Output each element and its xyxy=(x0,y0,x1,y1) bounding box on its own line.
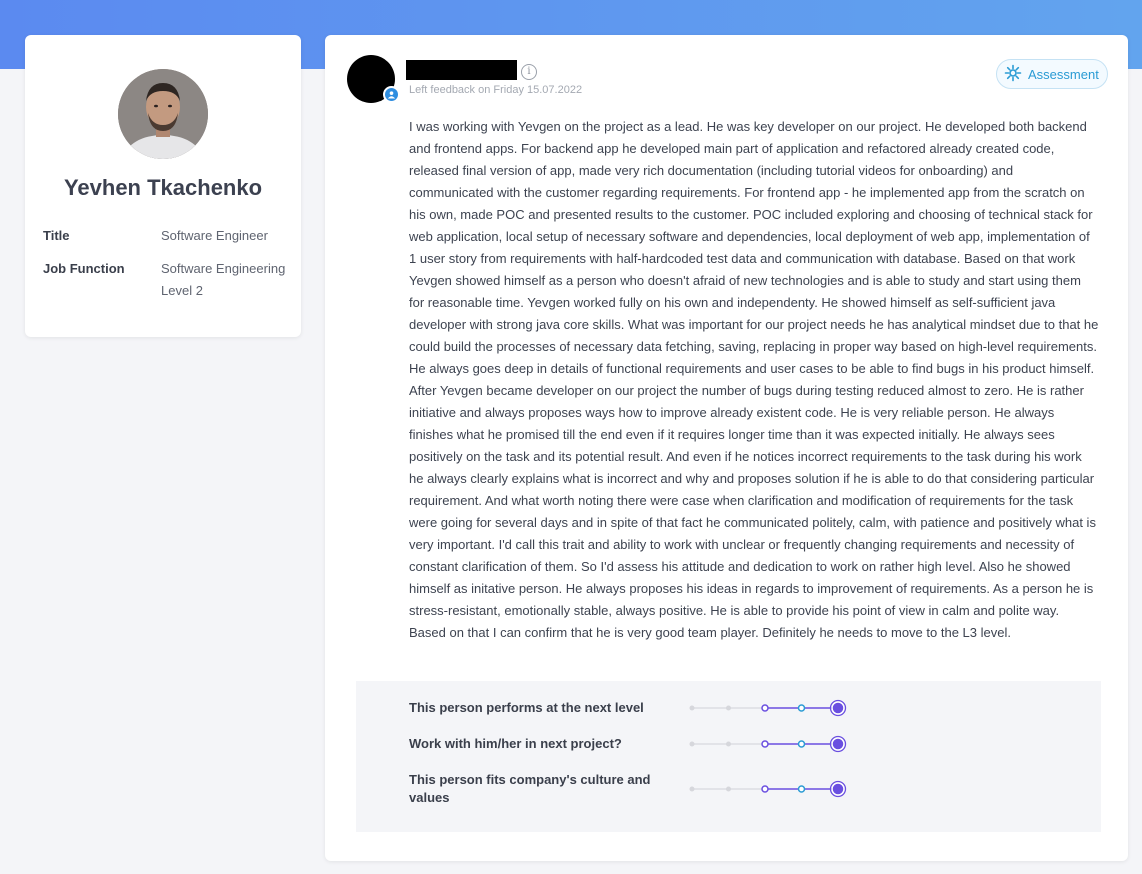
profile-name: Yevhen Tkachenko xyxy=(63,175,263,200)
assessment-icon xyxy=(1004,64,1022,85)
rating-dot xyxy=(797,785,806,793)
rating-label: This person fits company's culture and v… xyxy=(409,772,651,805)
rating-dot xyxy=(831,701,845,715)
ratings-panel: This person performs at the next level W… xyxy=(356,681,1101,832)
rating-scale xyxy=(689,734,849,754)
rating-dot xyxy=(761,740,769,748)
rating-dot xyxy=(761,704,769,712)
field-value: Software Engineering Level 2 xyxy=(161,261,286,298)
rating-scale-graphic xyxy=(689,735,847,753)
rating-dot xyxy=(831,737,845,751)
rating-scale-graphic xyxy=(689,699,847,717)
field-value: Software Engineer xyxy=(161,228,268,243)
assessment-button[interactable]: Assessment xyxy=(996,59,1108,89)
feedback-date: Left feedback on Friday 15.07.2022 xyxy=(409,84,583,96)
rating-dot xyxy=(689,786,695,792)
rating-label: Work with him/her in next project? xyxy=(409,736,622,751)
reviewer-badge-icon xyxy=(383,86,400,103)
profile-card: Yevhen Tkachenko Title Software Engineer… xyxy=(25,35,301,337)
field-label: Title xyxy=(43,228,70,243)
rating-dot xyxy=(831,782,845,796)
rating-dot xyxy=(726,786,731,792)
rating-dot xyxy=(797,704,806,712)
feedback-card: i Left feedback on Friday 15.07.2022 Ass… xyxy=(325,35,1128,861)
rating-dot xyxy=(689,705,695,711)
profile-avatar xyxy=(118,69,208,159)
info-icon[interactable]: i xyxy=(521,64,537,80)
rating-dot xyxy=(726,705,731,711)
rating-label: This person performs at the next level xyxy=(409,700,644,715)
feedback-text: I was working with Yevgen on the project… xyxy=(409,119,1099,640)
rating-dot xyxy=(797,740,806,748)
rating-scale-graphic xyxy=(689,780,847,798)
rating-scale xyxy=(689,779,849,799)
field-label: Job Function xyxy=(43,261,125,276)
rating-scale xyxy=(689,698,849,718)
rating-dot xyxy=(689,741,695,747)
assessment-label: Assessment xyxy=(1028,66,1099,82)
reviewer-name-redacted[interactable] xyxy=(406,60,517,80)
rating-dot xyxy=(761,785,769,793)
rating-dot xyxy=(726,741,731,747)
